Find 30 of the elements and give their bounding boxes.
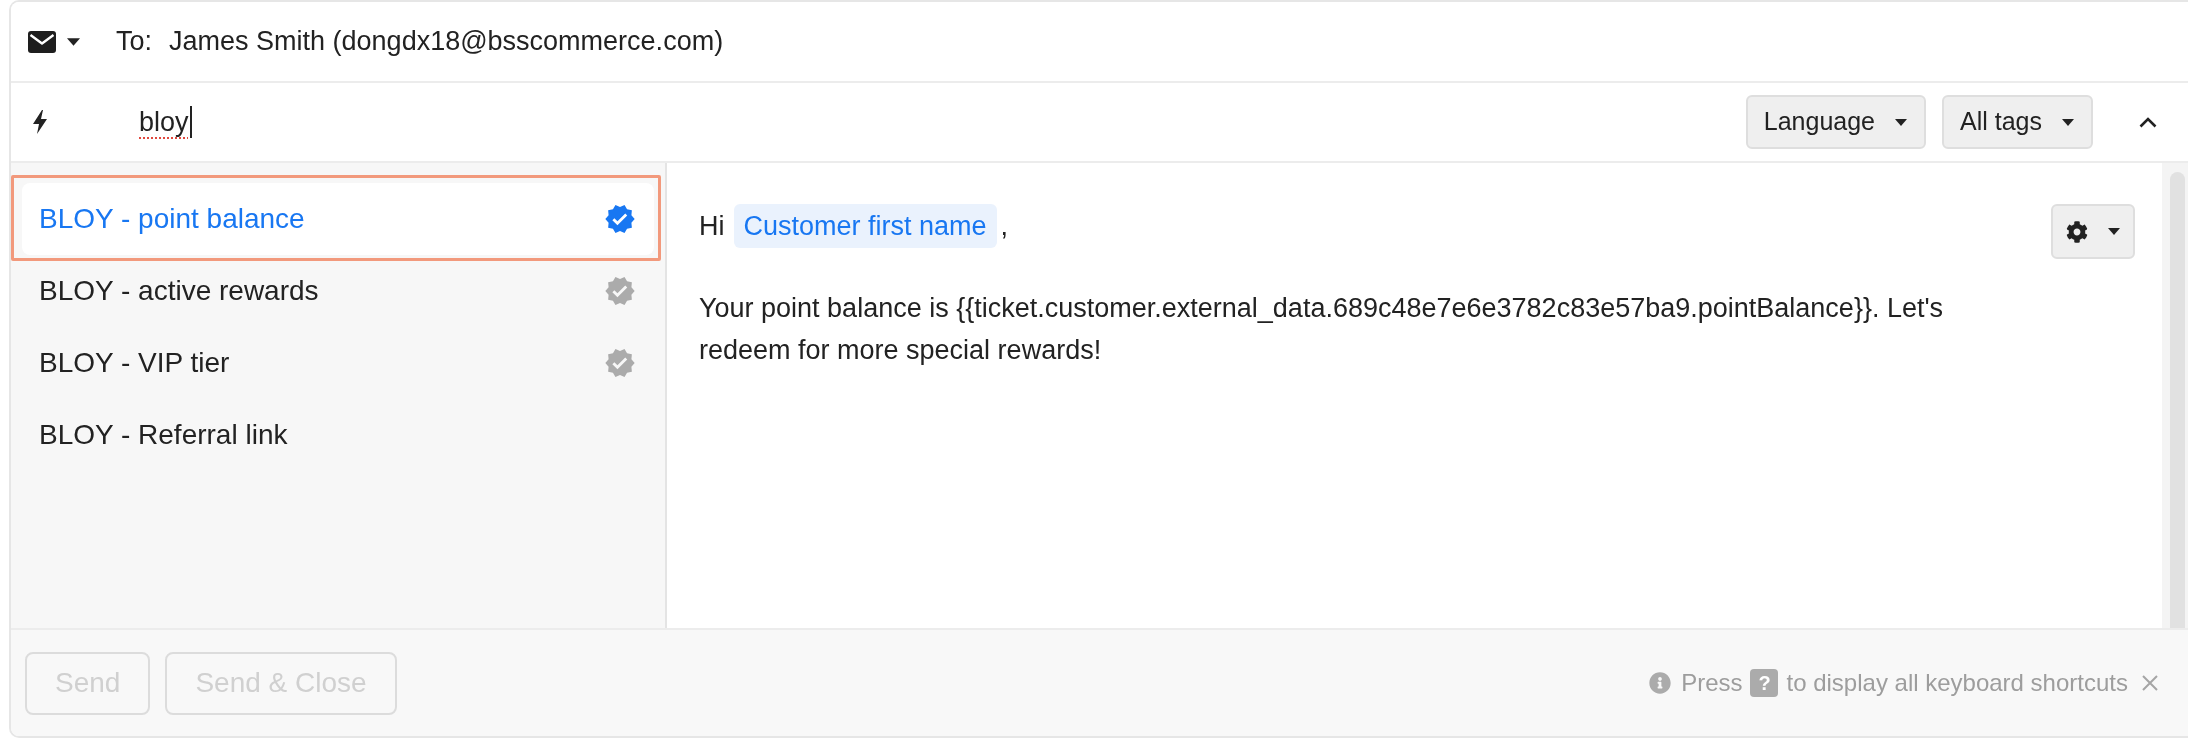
recipient-label: To: bbox=[116, 25, 153, 59]
chevron-up-icon bbox=[2139, 116, 2157, 128]
hint-text: to display all keyboard shortcuts bbox=[1786, 668, 2128, 698]
info-icon bbox=[1649, 672, 1672, 694]
settings-dropdown[interactable] bbox=[2051, 204, 2135, 259]
punctuation-text: , bbox=[1000, 209, 1009, 243]
search-field[interactable]: bloy bbox=[120, 92, 1728, 152]
mail-icon bbox=[28, 30, 56, 53]
shortcut-key: ? bbox=[1750, 669, 1779, 697]
caret-icon bbox=[1895, 118, 1907, 126]
caret-icon bbox=[2108, 228, 2120, 235]
recipient-name: James Smith (dongdx18@bsscommerce.com) bbox=[169, 25, 724, 59]
text-cursor-icon bbox=[189, 106, 192, 138]
variable-chip[interactable]: Customer first name bbox=[733, 204, 997, 248]
hint-text: Press bbox=[1681, 668, 1743, 698]
filter-dropdown[interactable]: All tags bbox=[1942, 95, 2093, 149]
gear-icon bbox=[2066, 220, 2088, 243]
collapse-button[interactable] bbox=[2139, 116, 2157, 128]
message-body: Your point balance is {{ticket.customer.external_data.689c48e7e6e3782c83e57ba9.pointBalance}}. Let's redeem for more special rewards! bbox=[699, 292, 1945, 367]
template-item[interactable]: BLOY - point balance bbox=[22, 183, 654, 255]
bolt-icon bbox=[33, 110, 47, 134]
channel-dropdown[interactable] bbox=[28, 30, 80, 53]
template-item[interactable]: BLOY - active rewards bbox=[22, 255, 654, 327]
caret-icon bbox=[67, 37, 80, 46]
template-item[interactable]: BLOY - VIP tier bbox=[22, 327, 654, 399]
caret-icon bbox=[2062, 118, 2074, 126]
close-icon bbox=[2142, 675, 2158, 691]
template-item[interactable]: BLOY - Referral link bbox=[22, 399, 654, 471]
greeting-text: Hi bbox=[699, 209, 725, 243]
filter-dropdown[interactable]: Language bbox=[1745, 95, 1926, 149]
